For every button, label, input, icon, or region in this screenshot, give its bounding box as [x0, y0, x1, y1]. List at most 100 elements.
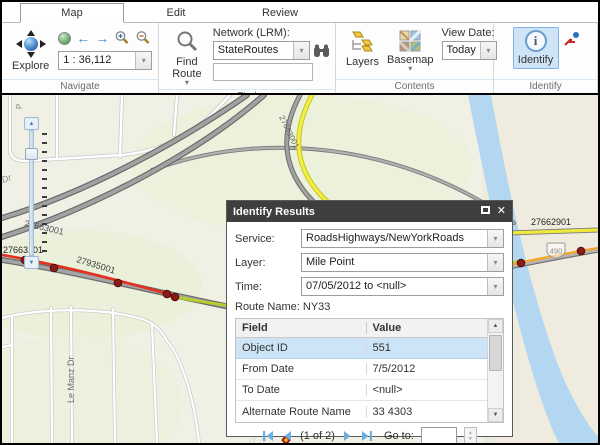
- map-viewport[interactable]: 490 27663001 27663101 27935001 27662901 …: [2, 93, 598, 443]
- group-contents: Layers Basemap ▾: [336, 23, 494, 93]
- tab-edit[interactable]: Edit: [124, 3, 228, 23]
- chevron-down-icon: ▾: [185, 80, 189, 86]
- tab-map[interactable]: Map: [20, 3, 124, 23]
- goto-page-input[interactable]: [421, 427, 457, 443]
- zoom-in-icon[interactable]: [114, 30, 130, 46]
- pagination-bar: (1 of 2) Go to: ▲▼: [235, 423, 504, 443]
- identify-button[interactable]: i Identify: [513, 27, 559, 69]
- group-identify: i Identify Identify: [494, 23, 598, 93]
- slider-zoom-out-button[interactable]: ▼: [24, 256, 39, 269]
- network-combobox[interactable]: StateRoutes ▾: [213, 41, 310, 60]
- last-page-icon[interactable]: [360, 430, 373, 442]
- explore-button[interactable]: Explore: [8, 27, 53, 75]
- chevron-down-icon[interactable]: ▾: [487, 230, 503, 247]
- identify-route-locations-icon[interactable]: [563, 31, 580, 48]
- route-name-label: Route Name:: [235, 301, 300, 313]
- layer-label: Layer:: [235, 257, 301, 269]
- cell-field: Alternate Route Name: [236, 406, 367, 418]
- close-icon[interactable]: ✕: [497, 206, 506, 217]
- chevron-down-icon[interactable]: ▾: [293, 42, 309, 59]
- route-point-marker[interactable]: [577, 247, 585, 255]
- network-lrm-label: Network (LRM):: [213, 27, 330, 39]
- cell-value: 7/5/2012: [367, 363, 487, 375]
- network-value: StateRoutes: [214, 42, 293, 59]
- column-header-field[interactable]: Field: [236, 322, 367, 334]
- attribute-table: Field Value Object ID 551 From Date 7/5/…: [235, 318, 504, 423]
- tab-review[interactable]: Review: [228, 3, 332, 23]
- first-page-icon[interactable]: [262, 430, 275, 442]
- next-page-icon[interactable]: [342, 430, 353, 442]
- basemap-button[interactable]: Basemap ▾: [383, 27, 437, 75]
- street-label-lemanz: Le Manz Dr: [66, 356, 76, 403]
- view-date-value: Today: [443, 42, 480, 59]
- explore-label: Explore: [12, 60, 49, 72]
- view-date-label: View Date:: [442, 27, 497, 39]
- binoculars-icon[interactable]: [313, 44, 330, 58]
- table-row[interactable]: Object ID 551: [236, 338, 487, 359]
- service-label: Service:: [235, 233, 301, 245]
- time-value: 07/05/2012 to <null>: [302, 278, 487, 295]
- route-name-value: NY33: [303, 301, 331, 313]
- goto-spinner[interactable]: ▲▼: [464, 427, 477, 444]
- chevron-down-icon[interactable]: ▾: [487, 254, 503, 271]
- time-label: Time:: [235, 281, 301, 293]
- map-scale-value: 1 : 36,112: [59, 52, 135, 69]
- dialog-title: Identify Results: [233, 206, 474, 218]
- route-shield-490: 490: [547, 243, 565, 258]
- table-row[interactable]: Alternate Route Name 33 4303: [236, 401, 487, 422]
- scroll-up-icon[interactable]: ▲: [488, 319, 503, 333]
- table-row[interactable]: From Date 7/5/2012: [236, 359, 487, 380]
- slider-zoom-in-button[interactable]: ▲: [24, 117, 39, 130]
- table-scrollbar[interactable]: ▲ ▼: [487, 319, 503, 422]
- find-route-icon: [175, 30, 199, 54]
- chevron-down-icon: ▾: [408, 66, 412, 72]
- route-point-marker[interactable]: [517, 259, 525, 267]
- identify-results-dialog: Identify Results ✕ Service: RoadsHighway…: [226, 200, 513, 437]
- layer-combobox[interactable]: Mile Point ▾: [301, 253, 504, 272]
- column-header-value[interactable]: Value: [367, 322, 487, 334]
- previous-extent-icon[interactable]: ←: [76, 31, 90, 45]
- ribbon: Explore ← →: [2, 23, 598, 93]
- view-date-combobox[interactable]: Today ▾: [442, 41, 497, 60]
- map-zoom-slider[interactable]: ▲ ▼: [24, 117, 39, 269]
- slider-handle[interactable]: [25, 148, 38, 160]
- group-label-navigate: Navigate: [2, 79, 158, 93]
- group-navigate: Explore ← →: [2, 23, 159, 93]
- layers-icon: [350, 30, 376, 54]
- basemap-icon: [399, 30, 421, 52]
- page-indicator: (1 of 2): [300, 430, 335, 442]
- street-label-p: P: [15, 104, 24, 109]
- find-route-button[interactable]: Find Route ▾: [165, 27, 209, 89]
- route-id-label: 27662901: [531, 217, 571, 227]
- cell-value: <null>: [367, 384, 487, 396]
- service-combobox[interactable]: RoadsHighways/NewYorkRoads ▾: [301, 229, 504, 248]
- scroll-down-icon[interactable]: ▼: [488, 408, 503, 422]
- service-value: RoadsHighways/NewYorkRoads: [302, 230, 487, 247]
- chevron-down-icon[interactable]: ▾: [135, 52, 151, 69]
- app-window: Map Edit Review Explore ← →: [0, 0, 600, 445]
- scrollbar-thumb[interactable]: [489, 335, 502, 371]
- group-label-contents: Contents: [336, 79, 493, 93]
- previous-page-icon[interactable]: [282, 430, 293, 442]
- cell-value: 33 4303: [367, 406, 487, 418]
- group-find: Find Route ▾ Network (LRM): StateRoutes …: [159, 23, 336, 93]
- find-route-label: Find Route: [169, 56, 205, 80]
- zoom-out-icon[interactable]: [135, 30, 151, 46]
- chevron-down-icon[interactable]: ▾: [487, 278, 503, 295]
- cell-field: From Date: [236, 363, 367, 375]
- route-input-field[interactable]: [213, 63, 313, 81]
- spinner-down-icon[interactable]: ▼: [468, 436, 473, 442]
- time-combobox[interactable]: 07/05/2012 to <null> ▾: [301, 277, 504, 296]
- layer-value: Mile Point: [302, 254, 487, 271]
- layers-button[interactable]: Layers: [342, 27, 383, 71]
- table-row[interactable]: To Date <null>: [236, 380, 487, 401]
- maximize-icon[interactable]: [481, 206, 490, 217]
- dialog-titlebar[interactable]: Identify Results ✕: [227, 201, 512, 222]
- cell-field: To Date: [236, 384, 367, 396]
- full-extent-icon[interactable]: [58, 32, 71, 45]
- goto-label: Go to:: [384, 430, 414, 442]
- next-extent-icon[interactable]: →: [95, 31, 109, 45]
- map-scale-combobox[interactable]: 1 : 36,112 ▾: [58, 51, 152, 70]
- cell-value: 551: [367, 342, 487, 354]
- cell-field: Object ID: [236, 342, 367, 354]
